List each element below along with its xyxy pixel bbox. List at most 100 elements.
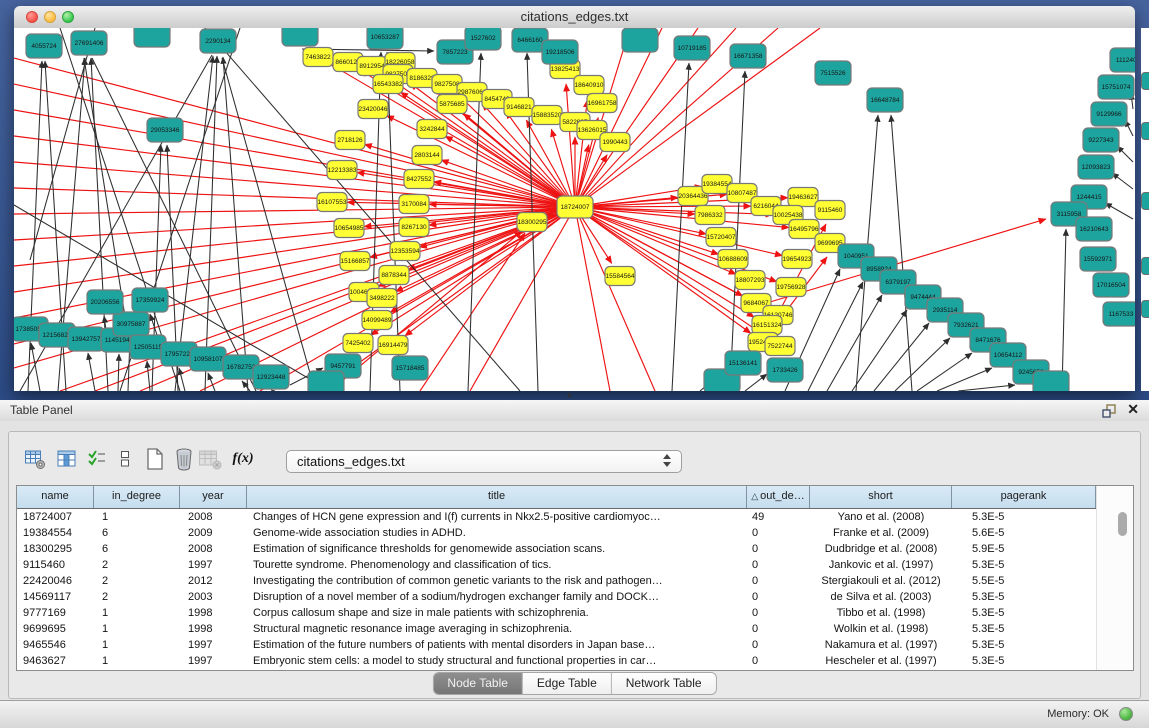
tab-network-table[interactable]: Network Table — [611, 673, 716, 694]
graph-node[interactable]: 20206556 — [87, 290, 123, 314]
graph-node[interactable]: 16151324 — [752, 316, 782, 335]
graph-node[interactable]: 16648784 — [867, 88, 903, 112]
table-selector-dropdown[interactable]: citations_edges.txt — [286, 450, 682, 473]
graph-node[interactable]: 3242844 — [417, 120, 447, 139]
table-row[interactable]: 977716911998Corpus callosum shape and si… — [17, 605, 1133, 621]
graph-node[interactable]: 7515526 — [815, 61, 851, 85]
graph-node[interactable] — [622, 28, 658, 52]
table-row[interactable]: 969969511998Structural magnetic resonanc… — [17, 621, 1133, 637]
column-header-title[interactable]: title — [247, 486, 747, 508]
table-row[interactable]: 946554611997Estimation of the future num… — [17, 637, 1133, 653]
column-header-out_de[interactable]: △out_de… — [747, 486, 810, 508]
column-header-pagerank[interactable]: pagerank — [952, 486, 1096, 508]
table-row[interactable]: 2242004622012Investigating the contribut… — [17, 573, 1133, 589]
graph-node[interactable]: 16107553 — [317, 193, 347, 212]
graph-node[interactable]: 13942757 — [68, 327, 104, 351]
delete-table-icon[interactable] — [198, 447, 222, 471]
delete-entry-icon[interactable] — [172, 447, 196, 471]
table-row[interactable]: 1872400712008Changes of HCN gene express… — [17, 509, 1133, 525]
graph-node[interactable]: 15883520 — [532, 106, 562, 125]
column-header-short[interactable]: short — [810, 486, 952, 508]
network-graph[interactable]: 1872400774638228660128891295418226058982… — [14, 28, 1135, 391]
table-options-icon[interactable] — [23, 447, 47, 471]
graph-node[interactable]: 17359924 — [132, 288, 168, 312]
graph-node[interactable] — [1033, 371, 1069, 391]
graph-node[interactable]: 10719185 — [674, 36, 710, 60]
graph-node[interactable]: 9227343 — [1083, 128, 1119, 152]
window-titlebar[interactable]: citations_edges.txt — [14, 6, 1135, 29]
graph-node[interactable]: 18807293 — [735, 271, 765, 290]
column-header-name[interactable]: name — [17, 486, 94, 508]
graph-node[interactable]: 1527602 — [465, 28, 501, 50]
graph-node[interactable]: 8878344 — [379, 266, 409, 285]
table-row[interactable]: 1830029562008Estimation of significance … — [17, 541, 1133, 557]
graph-node[interactable]: 16543382 — [373, 75, 403, 94]
graph-node[interactable]: 7463822 — [303, 48, 333, 67]
graph-node[interactable]: 3170084 — [399, 195, 429, 214]
graph-node[interactable]: 8267130 — [399, 218, 429, 237]
table-row[interactable]: 1456911722003Disruption of a novel membe… — [17, 589, 1133, 605]
graph-node[interactable]: 7425402 — [343, 334, 373, 353]
graph-node[interactable]: 15592971 — [1080, 247, 1116, 271]
select-columns-icon[interactable] — [85, 447, 109, 471]
graph-node[interactable]: 2718126 — [335, 131, 365, 150]
vertical-scrollbar-thumb[interactable] — [1118, 512, 1127, 536]
graph-node[interactable]: 8427552 — [404, 170, 434, 189]
graph-node[interactable]: 18640910 — [574, 76, 604, 95]
table-row[interactable]: 946362711997Embryonic stem cells: a mode… — [17, 653, 1133, 669]
graph-node[interactable]: 12213383 — [327, 161, 357, 180]
graph-node[interactable]: 4055724 — [26, 34, 62, 58]
graph-node[interactable]: 15718485 — [392, 356, 428, 380]
graph-hub-node[interactable]: 18724007 — [557, 196, 593, 218]
graph-node[interactable]: 12923448 — [253, 365, 289, 389]
table-row[interactable]: 1938455462009Genome-wide association stu… — [17, 525, 1133, 541]
graph-node[interactable]: 9129966 — [1091, 102, 1127, 126]
graph-node[interactable]: 16914479 — [378, 336, 408, 355]
graph-node[interactable]: 19463627 — [788, 188, 818, 207]
graph-node[interactable]: 23420046 — [358, 100, 388, 119]
graph-node[interactable]: 3498222 — [367, 289, 397, 308]
row-options-icon[interactable] — [113, 447, 137, 471]
graph-node[interactable]: 15136141 — [725, 351, 761, 375]
create-table-icon[interactable] — [143, 447, 167, 471]
graph-node[interactable]: 12353594 — [390, 242, 420, 261]
graph-node[interactable]: 10654985 — [334, 219, 364, 238]
graph-node[interactable]: 2803144 — [412, 146, 442, 165]
graph-node[interactable]: 16210643 — [1076, 217, 1112, 241]
graph-node[interactable]: 16671358 — [730, 44, 766, 68]
graph-node[interactable]: 1112402 — [1110, 48, 1135, 72]
column-header-year[interactable]: year — [180, 486, 247, 508]
graph-node[interactable]: 17016504 — [1093, 273, 1129, 297]
tab-node-table[interactable]: Node Table — [433, 673, 522, 694]
graph-node[interactable]: 16961758 — [587, 94, 617, 113]
graph-node[interactable]: 30975887 — [113, 312, 149, 336]
graph-node[interactable]: 19218506 — [542, 40, 578, 64]
graph-node[interactable]: 1167533 — [1103, 302, 1135, 326]
graph-node[interactable]: 27691406 — [71, 31, 107, 55]
float-panel-icon[interactable] — [1101, 403, 1117, 419]
tab-edge-table[interactable]: Edge Table — [522, 673, 611, 694]
network-canvas[interactable]: 1872400774638228660128891295418226058982… — [14, 28, 1135, 391]
function-builder-icon[interactable]: f(x) — [231, 447, 255, 471]
graph-node[interactable]: 18300295 — [517, 213, 547, 232]
graph-node[interactable]: 1990443 — [600, 133, 630, 152]
graph-node[interactable]: 12093823 — [1078, 155, 1114, 179]
graph-node[interactable]: 10653287 — [367, 28, 403, 49]
graph-node[interactable] — [282, 28, 318, 46]
graph-node[interactable]: 2290134 — [200, 29, 236, 53]
graph-node[interactable]: 7986332 — [695, 206, 725, 225]
graph-node[interactable]: 29053346 — [147, 118, 183, 142]
graph-node[interactable]: 9115460 — [815, 201, 845, 220]
graph-node[interactable]: 15166857 — [340, 252, 370, 271]
graph-node[interactable]: 15584564 — [605, 267, 635, 286]
splitter-handle-icon[interactable]: ▴ — [567, 389, 572, 400]
graph-node[interactable]: 15751074 — [1098, 75, 1134, 99]
graph-node[interactable]: 19756928 — [776, 278, 806, 297]
graph-node[interactable]: 15720407 — [706, 228, 736, 247]
graph-node[interactable] — [308, 371, 344, 391]
close-panel-icon[interactable]: ✕ — [1127, 401, 1139, 418]
graph-node[interactable]: 1733426 — [767, 358, 803, 382]
graph-node[interactable]: 10688609 — [718, 250, 748, 269]
graph-node[interactable]: 9146821 — [504, 98, 534, 117]
graph-node[interactable]: 16495796 — [789, 220, 819, 239]
